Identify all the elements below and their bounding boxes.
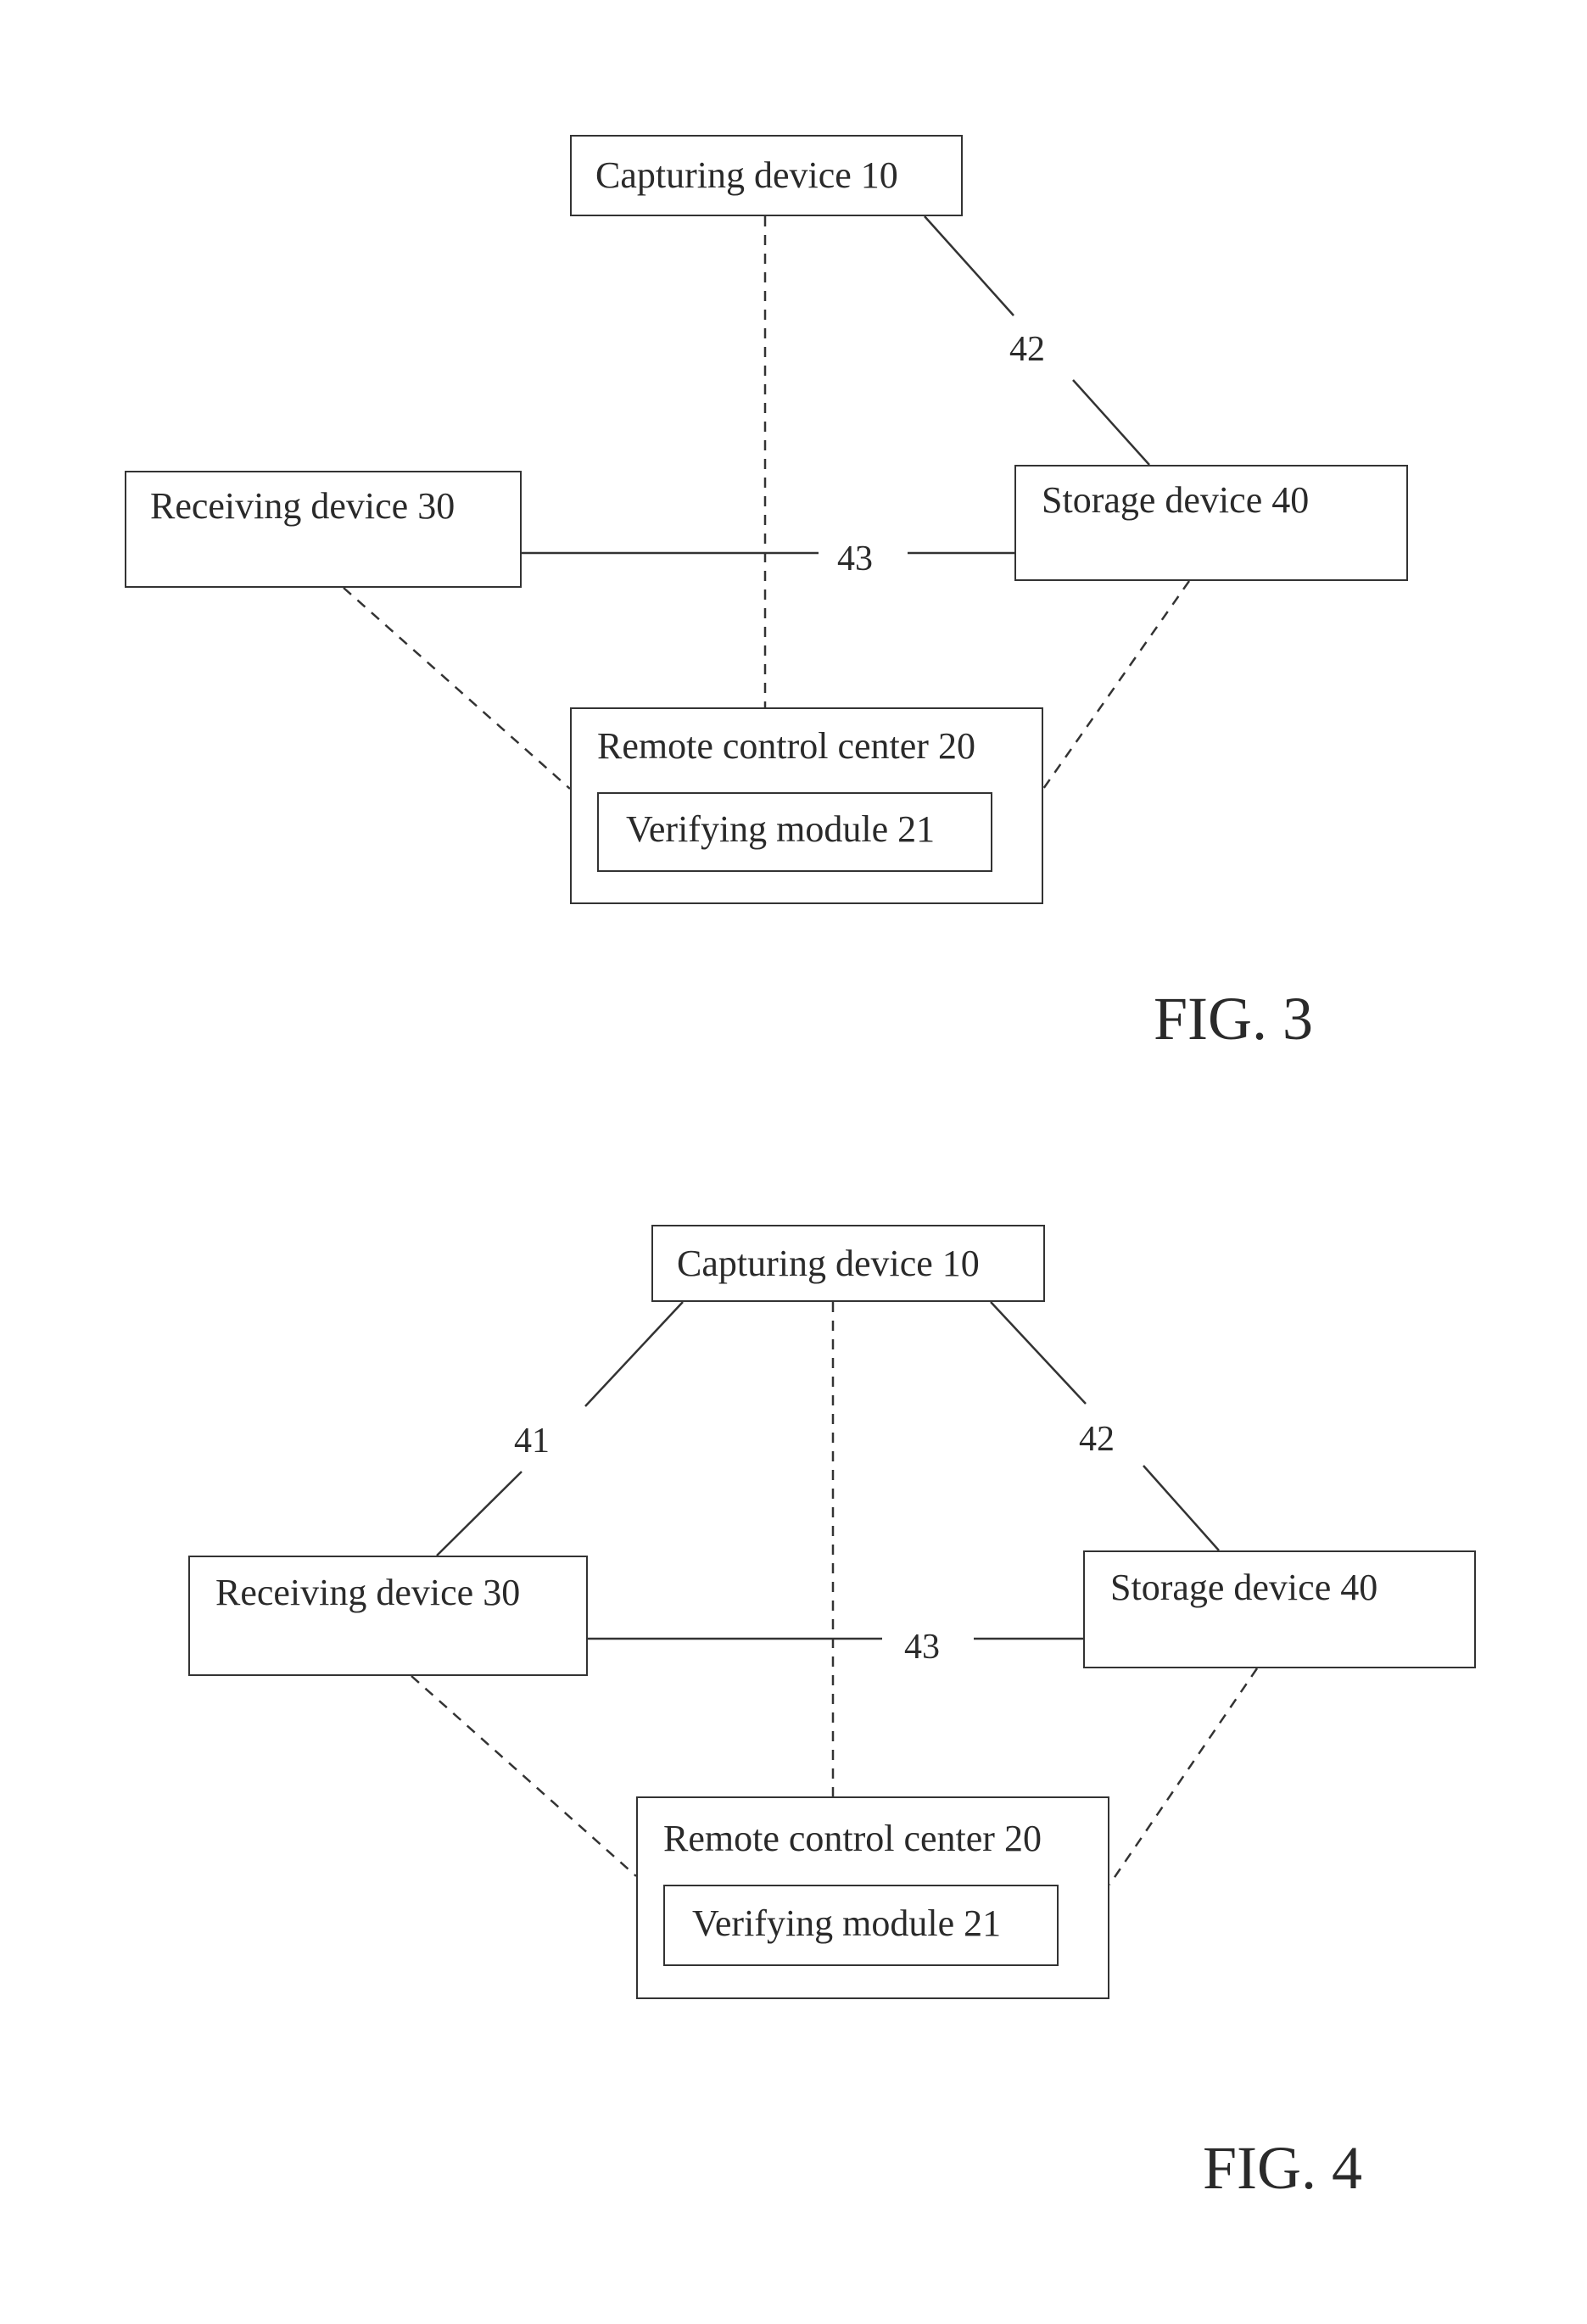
fig3-link-43-label: 43 xyxy=(837,539,873,578)
fig4-link-42-upper xyxy=(990,1301,1087,1405)
fig3-storage-device-box: Storage device 40 xyxy=(1014,465,1408,581)
fig4-remote-control-center-box: Remote control center 20 Verifying modul… xyxy=(636,1796,1109,1999)
fig4-receiving-device-box: Receiving device 30 xyxy=(188,1556,588,1676)
fig4-caption: FIG. 4 xyxy=(1203,2134,1363,2202)
fig4-capturing-device-box: Capturing device 10 xyxy=(651,1225,1045,1302)
fig4-dashed-receiving-remote xyxy=(411,1675,637,1877)
fig4-link-43-label: 43 xyxy=(904,1628,940,1667)
fig4-capturing-device-label: Capturing device 10 xyxy=(677,1243,980,1284)
fig3-receiving-device-label: Receiving device 30 xyxy=(150,485,455,527)
fig4-storage-device-box: Storage device 40 xyxy=(1083,1550,1476,1668)
fig3-capturing-device-box: Capturing device 10 xyxy=(570,135,963,216)
fig4-receiving-device-label: Receiving device 30 xyxy=(215,1572,521,1613)
fig3-verifying-module-label: Verifying module 21 xyxy=(626,808,936,850)
fig4-verifying-module-box: Verifying module 21 xyxy=(663,1885,1059,1966)
fig3-storage-device-label: Storage device 40 xyxy=(1042,479,1310,521)
fig3-caption: FIG. 3 xyxy=(1154,985,1314,1053)
fig3-link-42-lower xyxy=(1072,379,1150,466)
fig3-remote-control-center-label: Remote control center 20 xyxy=(597,725,975,767)
fig3-verifying-module-box: Verifying module 21 xyxy=(597,792,992,872)
fig4-dashed-storage-remote xyxy=(1108,1668,1259,1885)
fig4-remote-control-center-label: Remote control center 20 xyxy=(663,1818,1042,1859)
fig3-link-42-upper xyxy=(924,215,1014,316)
fig4-link-41-label: 41 xyxy=(514,1422,550,1461)
fig4-storage-device-label: Storage device 40 xyxy=(1110,1567,1378,1608)
fig3-receiving-device-box: Receiving device 30 xyxy=(125,471,522,588)
fig4-verifying-module-label: Verifying module 21 xyxy=(692,1902,1002,1944)
fig3-dashed-receiving-remote xyxy=(343,587,571,790)
fig4-link-41-upper xyxy=(584,1301,684,1407)
fig3-dashed-storage-remote xyxy=(1042,580,1191,790)
fig3-remote-control-center-box: Remote control center 20 Verifying modul… xyxy=(570,707,1043,904)
fig4-link-41-lower xyxy=(436,1471,522,1556)
fig3-capturing-device-label: Capturing device 10 xyxy=(595,154,898,196)
fig4-link-42-label: 42 xyxy=(1079,1420,1115,1459)
fig3-link-42-label: 42 xyxy=(1009,330,1045,369)
fig4-link-42-lower xyxy=(1143,1465,1220,1551)
